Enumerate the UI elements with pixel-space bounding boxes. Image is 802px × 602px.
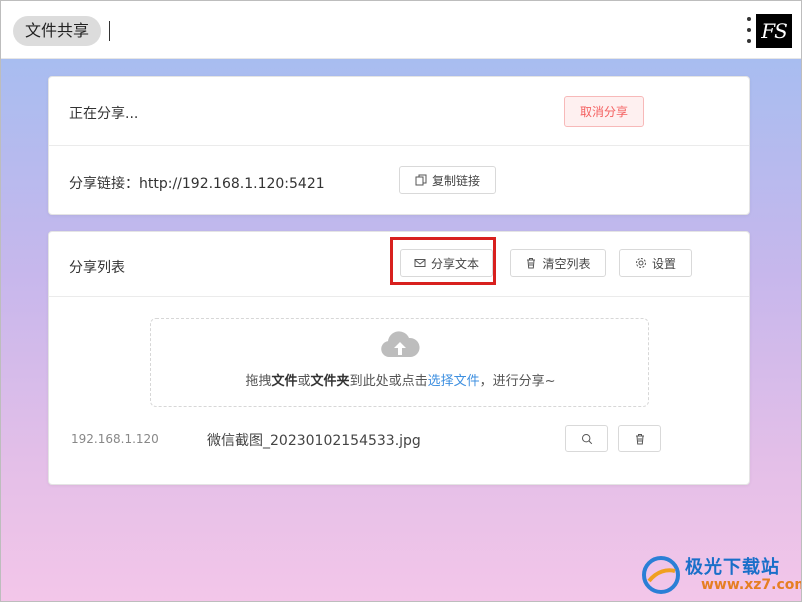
watermark: 极光下载站 www.xz7.com bbox=[641, 549, 801, 599]
dropzone-hint: 拖拽文件或文件夹到此处或点击选择文件，进行分享~ bbox=[151, 370, 650, 389]
watermark-logo-icon bbox=[642, 556, 680, 594]
text-cursor bbox=[109, 21, 110, 41]
dropzone-text-suffix: ，进行分享~ bbox=[479, 374, 556, 389]
main-content: 正在分享... 取消分享 分享链接：http://192.168.1.120:5… bbox=[1, 59, 801, 601]
share-list-title: 分享列表 bbox=[69, 260, 125, 276]
share-status-card: 正在分享... 取消分享 分享链接：http://192.168.1.120:5… bbox=[48, 76, 750, 215]
clear-list-label: 清空列表 bbox=[542, 256, 591, 271]
dropzone-text-or: 或 bbox=[297, 374, 311, 389]
clear-list-button[interactable]: 清空列表 bbox=[510, 249, 606, 277]
file-source-ip: 192.168.1.120 bbox=[71, 432, 159, 446]
app-window: 文件共享 FS 正在分享... 取消分享 分享链接：http://192.168… bbox=[0, 0, 802, 602]
dropzone-text-folder: 文件夹 bbox=[310, 374, 350, 389]
trash-icon bbox=[527, 258, 536, 269]
file-name[interactable]: 微信截图_20230102154533.jpg bbox=[207, 430, 421, 450]
copy-icon bbox=[415, 174, 427, 186]
dropzone-text-middle: 到此处或点击 bbox=[349, 374, 428, 389]
app-title: 文件共享 bbox=[13, 16, 102, 46]
copy-link-button[interactable]: 复制链接 bbox=[399, 166, 496, 194]
app-logo: FS bbox=[756, 14, 792, 48]
dropzone-text-drag: 拖拽 bbox=[245, 374, 272, 389]
share-link-url[interactable]: http://192.168.1.120:5421 bbox=[139, 176, 325, 192]
cloud-upload-icon bbox=[381, 331, 420, 357]
cancel-share-button[interactable]: 取消分享 bbox=[564, 96, 644, 127]
cancel-share-label: 取消分享 bbox=[579, 105, 628, 119]
settings-label: 设置 bbox=[651, 256, 676, 271]
gear-icon bbox=[635, 258, 646, 268]
more-menu-icon[interactable] bbox=[745, 17, 753, 43]
divider bbox=[49, 296, 749, 297]
share-link-row: 分享链接：http://192.168.1.120:5421 bbox=[69, 173, 325, 193]
preview-file-button[interactable] bbox=[565, 425, 608, 452]
highlight-box bbox=[390, 237, 496, 285]
sharing-status-text: 正在分享... bbox=[69, 106, 139, 122]
divider bbox=[49, 145, 749, 146]
dropzone-text-files: 文件 bbox=[271, 374, 298, 389]
search-icon bbox=[581, 433, 592, 444]
delete-file-button[interactable] bbox=[618, 425, 661, 452]
share-link-label: 分享链接： bbox=[69, 176, 139, 192]
watermark-title: 极光下载站 bbox=[685, 557, 780, 578]
title-bar: 文件共享 FS bbox=[1, 1, 801, 59]
copy-link-label: 复制链接 bbox=[431, 173, 480, 188]
file-dropzone[interactable]: 拖拽文件或文件夹到此处或点击选择文件，进行分享~ bbox=[150, 318, 649, 407]
watermark-url: www.xz7.com bbox=[701, 577, 802, 593]
settings-button[interactable]: 设置 bbox=[619, 249, 692, 277]
select-files-link[interactable]: 选择文件 bbox=[428, 374, 480, 389]
share-list-card: 分享列表 分享文本 清空列表 设置 拖拽文件或文件夹到此处或点击选择文件，进行分… bbox=[48, 231, 750, 485]
trash-icon bbox=[635, 433, 644, 444]
